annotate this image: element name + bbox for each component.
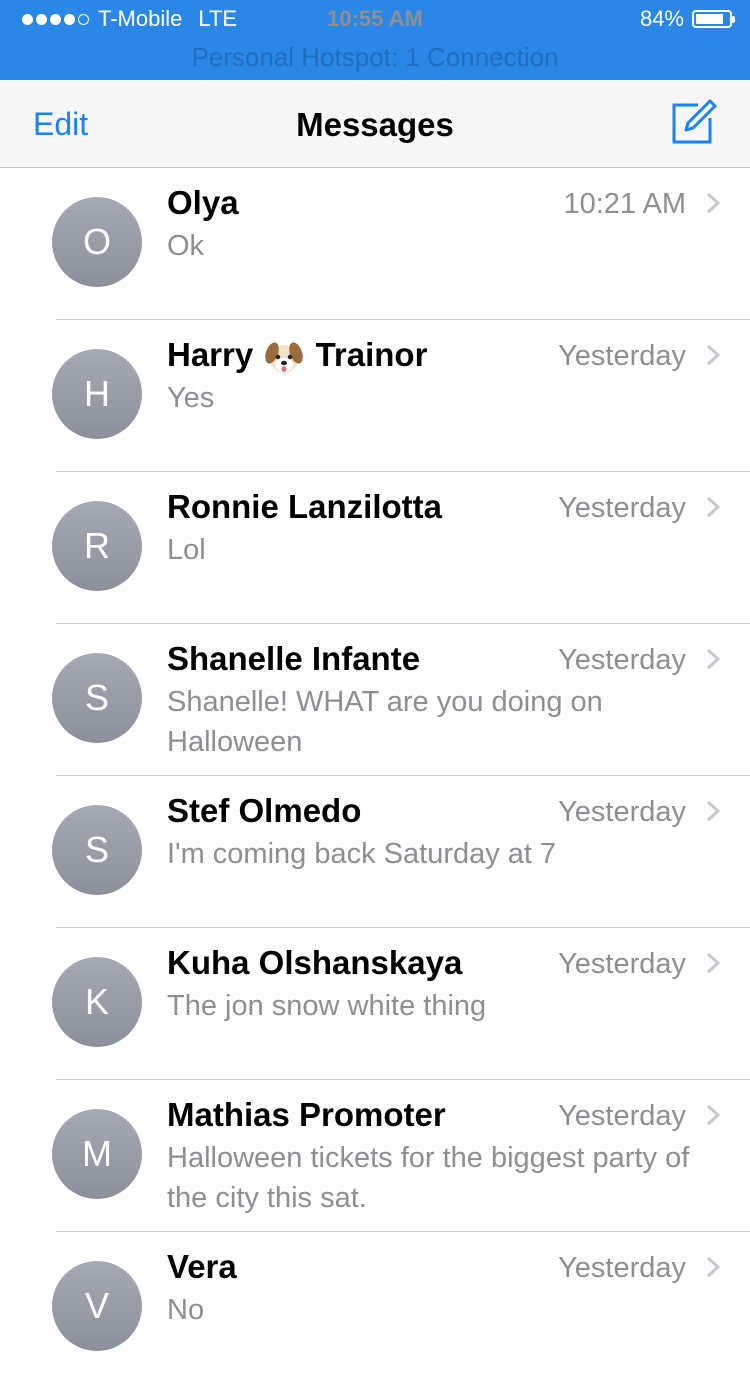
conversation-list: O Olya 10:21 AM Ok H Harry Trainor Yeste… <box>0 168 750 1384</box>
message-time: Yesterday <box>558 492 686 524</box>
message-preview: Shanelle! WHAT are you doing on Hallowee… <box>167 686 603 758</box>
contact-name: Ronnie Lanzilotta <box>167 488 442 525</box>
conversation-row[interactable]: S Stef Olmedo Yesterday I'm coming back … <box>0 776 750 928</box>
chevron-right-icon <box>706 648 720 670</box>
message-preview: The jon snow white thing <box>167 990 487 1022</box>
avatar: M <box>52 1109 142 1199</box>
compose-icon[interactable] <box>670 98 718 146</box>
contact-name: Mathias Promoter <box>167 1096 446 1133</box>
avatar: S <box>52 653 142 743</box>
conversation-row[interactable]: V Vera Yesterday No <box>0 1232 750 1384</box>
message-time: Yesterday <box>558 796 686 828</box>
message-preview: Lol <box>167 534 206 566</box>
chevron-right-icon <box>706 1256 720 1278</box>
message-preview: Yes <box>167 382 215 414</box>
contact-name: Stef Olmedo <box>167 792 362 829</box>
conversation-row[interactable]: R Ronnie Lanzilotta Yesterday Lol <box>0 472 750 624</box>
message-time: Yesterday <box>558 1100 686 1132</box>
message-preview: No <box>167 1294 205 1326</box>
message-time: Yesterday <box>558 948 686 980</box>
avatar: V <box>52 1261 142 1351</box>
hotspot-banner[interactable]: Personal Hotspot: 1 Connection <box>0 42 750 73</box>
avatar: O <box>52 197 142 287</box>
conversation-row[interactable]: O Olya 10:21 AM Ok <box>0 168 750 320</box>
message-time: Yesterday <box>558 1252 686 1284</box>
chevron-right-icon <box>706 344 720 366</box>
avatar: H <box>52 349 142 439</box>
avatar: K <box>52 957 142 1047</box>
contact-name: Shanelle Infante <box>167 640 421 677</box>
chevron-right-icon <box>706 1104 720 1126</box>
contact-first-name: Harry <box>167 336 254 373</box>
contact-name: Vera <box>167 1248 237 1285</box>
chevron-right-icon <box>706 800 720 822</box>
chevron-right-icon <box>706 496 720 518</box>
message-preview: Ok <box>167 230 205 262</box>
conversation-row[interactable]: S Shanelle Infante Yesterday Shanelle! W… <box>0 624 750 776</box>
battery-percent: 84% <box>639 6 684 31</box>
status-time: 10:55 AM <box>327 6 423 31</box>
message-time: Yesterday <box>558 340 686 372</box>
contact-name: Olya <box>167 184 239 221</box>
message-time: Yesterday <box>558 644 686 676</box>
navigation-bar: Edit Messages <box>0 80 750 168</box>
conversation-row[interactable]: K Kuha Olshanskaya Yesterday The jon sno… <box>0 928 750 1080</box>
message-time: 10:21 AM <box>563 188 686 220</box>
status-bar: T-Mobile LTE 10:55 AM 84% Personal Hotsp… <box>0 0 750 80</box>
conversation-row[interactable]: H Harry Trainor Yesterday Yes <box>0 320 750 472</box>
contact-name: Kuha Olshanskaya <box>167 944 463 981</box>
conversation-row[interactable]: M Mathias Promoter Yesterday Halloween t… <box>0 1080 750 1232</box>
chevron-right-icon <box>706 192 720 214</box>
contact-last-name: Trainor <box>315 336 428 373</box>
avatar: R <box>52 501 142 591</box>
dog-face-emoji-icon <box>265 342 304 374</box>
contact-name: Harry Trainor <box>167 336 427 376</box>
avatar: S <box>52 805 142 895</box>
chevron-right-icon <box>706 952 720 974</box>
message-preview: Halloween tickets for the biggest party … <box>167 1142 690 1214</box>
battery-icon <box>692 10 735 28</box>
page-title: Messages <box>296 106 454 143</box>
message-preview: I'm coming back Saturday at 7 <box>167 838 557 870</box>
battery-info: 84% <box>639 6 735 32</box>
